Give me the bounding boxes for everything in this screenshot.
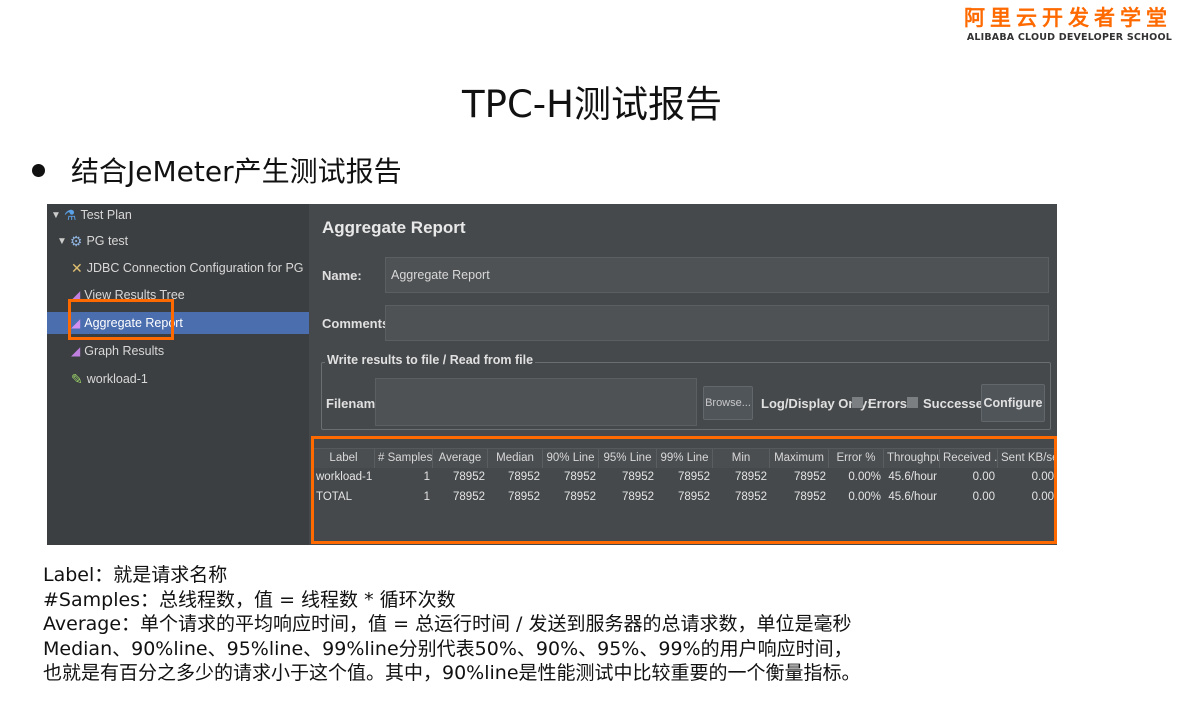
tree-node-jdbc-config[interactable]: ✕ JDBC Connection Configuration for PG	[71, 257, 304, 279]
highlight-box-results-table	[311, 436, 1057, 544]
expand-triangle-icon[interactable]: ▼	[57, 236, 67, 247]
test-plan-tree: ▼ ⚗ Test Plan ▼ ⚙ PG test ✕ JDBC Connect…	[47, 204, 309, 545]
errors-checkbox[interactable]	[852, 397, 863, 408]
graph-icon: ◢	[71, 344, 81, 358]
expand-triangle-icon[interactable]: ▼	[51, 210, 61, 221]
note-line: Median、90%line、95%line、99%line分别代表50%、90…	[43, 637, 853, 660]
highlight-box-aggregate-report	[68, 299, 174, 340]
panel-title: Aggregate Report	[322, 218, 466, 237]
tree-node-label: workload-1	[86, 372, 148, 386]
name-input[interactable]: Aggregate Report	[385, 257, 1049, 293]
gear-icon: ⚙	[69, 232, 83, 249]
comments-input[interactable]	[385, 305, 1049, 341]
note-line: 也就是有百分之多少的请求小于这个值。其中，90%line是性能测试中比较重要的一…	[43, 662, 861, 684]
brand-logo: 阿里云开发者学堂 ALIBABA CLOUD DEVELOPER SCHOOL	[964, 4, 1172, 44]
filename-label: Filename	[326, 396, 383, 411]
tree-node-label: JDBC Connection Configuration for PG	[86, 261, 304, 275]
note-line: Label：就是请求名称	[43, 564, 228, 586]
tree-node-graph-results[interactable]: ◢ Graph Results	[71, 340, 164, 362]
tree-node-pg-test[interactable]: ▼ ⚙ PG test	[57, 230, 128, 252]
bullet-text: 结合JeMeter产生测试报告	[71, 155, 402, 188]
note-line: #Samples：总线程数，值 = 线程数 * 循环次数	[43, 588, 456, 611]
tree-node-label: Graph Results	[84, 344, 165, 358]
name-label: Name:	[322, 268, 362, 283]
tree-node-test-plan[interactable]: ▼ ⚗ Test Plan	[51, 204, 132, 226]
explanation-notes: Label：就是请求名称 #Samples：总线程数，值 = 线程数 * 循环次…	[43, 563, 861, 686]
bullet-dot-icon	[32, 163, 45, 177]
tree-node-workload-1[interactable]: ✎ workload-1	[71, 368, 148, 390]
note-line: Average：单个请求的平均响应时间，值 = 总运行时间 / 发送到服务器的总…	[43, 613, 852, 635]
browse-button[interactable]: Browse...	[703, 386, 753, 420]
successes-checkbox[interactable]	[907, 397, 918, 408]
brand-name-cn: 阿里云开发者学堂	[964, 6, 1172, 30]
tree-node-label: PG test	[86, 234, 129, 248]
flask-icon: ⚗	[63, 206, 77, 223]
pencil-icon: ✎	[71, 370, 83, 387]
errors-label: Errors	[868, 396, 908, 411]
filename-input[interactable]	[375, 378, 697, 426]
bullet-item: 结合JeMeter产生测试报告	[32, 150, 402, 190]
file-group-title: Write results to file / Read from file	[325, 353, 536, 367]
configure-button[interactable]: Configure	[981, 384, 1045, 422]
tree-node-label: Test Plan	[80, 208, 132, 222]
comments-label: Comments:	[322, 316, 394, 331]
brand-name-en: ALIBABA CLOUD DEVELOPER SCHOOL	[966, 32, 1172, 43]
jmeter-window: ▼ ⚗ Test Plan ▼ ⚙ PG test ✕ JDBC Connect…	[47, 204, 1057, 545]
slide-title: TPC-H测试报告	[462, 83, 722, 126]
wrench-icon: ✕	[71, 259, 83, 276]
